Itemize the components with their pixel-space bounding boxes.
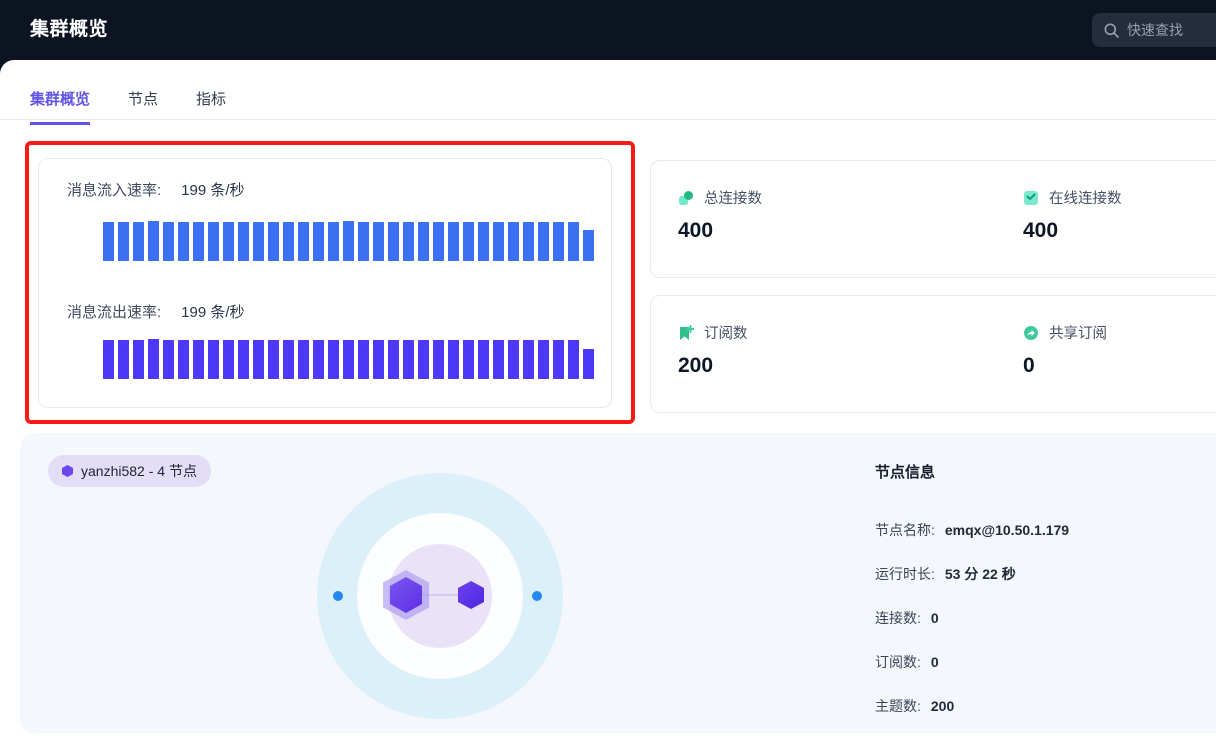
subscriptions-label: 订阅数 bbox=[704, 322, 748, 343]
subscriptions-count-value: 0 bbox=[931, 654, 939, 670]
subscription-flag-icon bbox=[678, 325, 694, 341]
cluster-hexagon-icon bbox=[62, 465, 73, 477]
topics-count-row: 主题数: 200 bbox=[875, 696, 1069, 716]
uptime-value: 53 分 22 秒 bbox=[945, 564, 1016, 584]
total-connections-value: 400 bbox=[678, 219, 762, 243]
inflow-rate-label: 消息流入速率: bbox=[67, 179, 161, 200]
node-dot-right[interactable] bbox=[532, 591, 542, 601]
shared-subscriptions-label: 共享订阅 bbox=[1049, 322, 1107, 343]
node-name-value: emqx@10.50.1.179 bbox=[945, 522, 1069, 538]
quick-search-input[interactable]: 快速查找 bbox=[1092, 13, 1216, 47]
node-dot-left[interactable] bbox=[333, 591, 343, 601]
cluster-overview-page: 集群概览 快速查找 集群概览 节点 指标 消息流入速率: 199 条/秒 bbox=[0, 0, 1216, 754]
connections-stat-card: 总连接数 400 在线连接数 400 bbox=[650, 160, 1216, 278]
online-connections-stat: 在线连接数 400 bbox=[1023, 187, 1122, 243]
subscriptions-count-label: 订阅数: bbox=[875, 652, 921, 672]
inflow-rate-block: 消息流入速率: 199 条/秒 bbox=[39, 179, 613, 200]
cluster-badge-label: yanzhi582 - 4 节点 bbox=[81, 461, 197, 481]
search-icon bbox=[1104, 23, 1119, 38]
outflow-rate-block: 消息流出速率: 199 条/秒 bbox=[39, 301, 613, 322]
online-connections-label: 在线连接数 bbox=[1049, 187, 1122, 208]
subscriptions-stat-card: 订阅数 200 共享订阅 0 bbox=[650, 295, 1216, 413]
shared-subscriptions-value: 0 bbox=[1023, 354, 1107, 378]
main-content: 集群概览 节点 指标 消息流入速率: 199 条/秒 消息流出速率: 199 条… bbox=[0, 60, 1216, 754]
node-name-label: 节点名称: bbox=[875, 520, 935, 540]
inflow-rate-bar-chart bbox=[103, 221, 594, 261]
subscriptions-count-row: 订阅数: 0 bbox=[875, 652, 1069, 672]
total-connections-label: 总连接数 bbox=[704, 187, 762, 208]
outflow-rate-bar-chart bbox=[103, 339, 594, 379]
node-name-row: 节点名称: emqx@10.50.1.179 bbox=[875, 520, 1069, 540]
online-connections-value: 400 bbox=[1023, 219, 1122, 243]
inflow-rate-value: 199 条/秒 bbox=[181, 179, 244, 200]
connections-count-row: 连接数: 0 bbox=[875, 608, 1069, 628]
shared-subscriptions-stat: 共享订阅 0 bbox=[1023, 322, 1107, 378]
topics-count-value: 200 bbox=[931, 698, 954, 714]
total-connections-stat: 总连接数 400 bbox=[678, 187, 762, 243]
search-placeholder: 快速查找 bbox=[1127, 20, 1183, 40]
outflow-rate-label: 消息流出速率: bbox=[67, 301, 161, 322]
cluster-badge[interactable]: yanzhi582 - 4 节点 bbox=[48, 455, 211, 487]
uptime-row: 运行时长: 53 分 22 秒 bbox=[875, 564, 1069, 584]
uptime-label: 运行时长: bbox=[875, 564, 935, 584]
topics-count-label: 主题数: bbox=[875, 696, 921, 716]
node-info-panel: 节点信息 节点名称: emqx@10.50.1.179 运行时长: 53 分 2… bbox=[875, 461, 1069, 740]
online-check-icon bbox=[1023, 190, 1039, 206]
outflow-rate-value: 199 条/秒 bbox=[181, 301, 244, 322]
connections-count-label: 连接数: bbox=[875, 608, 921, 628]
connections-icon bbox=[678, 190, 694, 206]
message-rate-card: 消息流入速率: 199 条/秒 消息流出速率: 199 条/秒 bbox=[38, 158, 612, 408]
cluster-panel: yanzhi582 - 4 节点 节点信息 节点名称: bbox=[20, 433, 1216, 733]
shared-arrow-icon bbox=[1023, 325, 1039, 341]
node-info-title: 节点信息 bbox=[875, 461, 1069, 482]
connections-count-value: 0 bbox=[931, 610, 939, 626]
tabs-divider bbox=[0, 119, 1216, 120]
subscriptions-value: 200 bbox=[678, 354, 748, 378]
subscriptions-stat: 订阅数 200 bbox=[678, 322, 748, 378]
page-title: 集群概览 bbox=[30, 0, 108, 60]
